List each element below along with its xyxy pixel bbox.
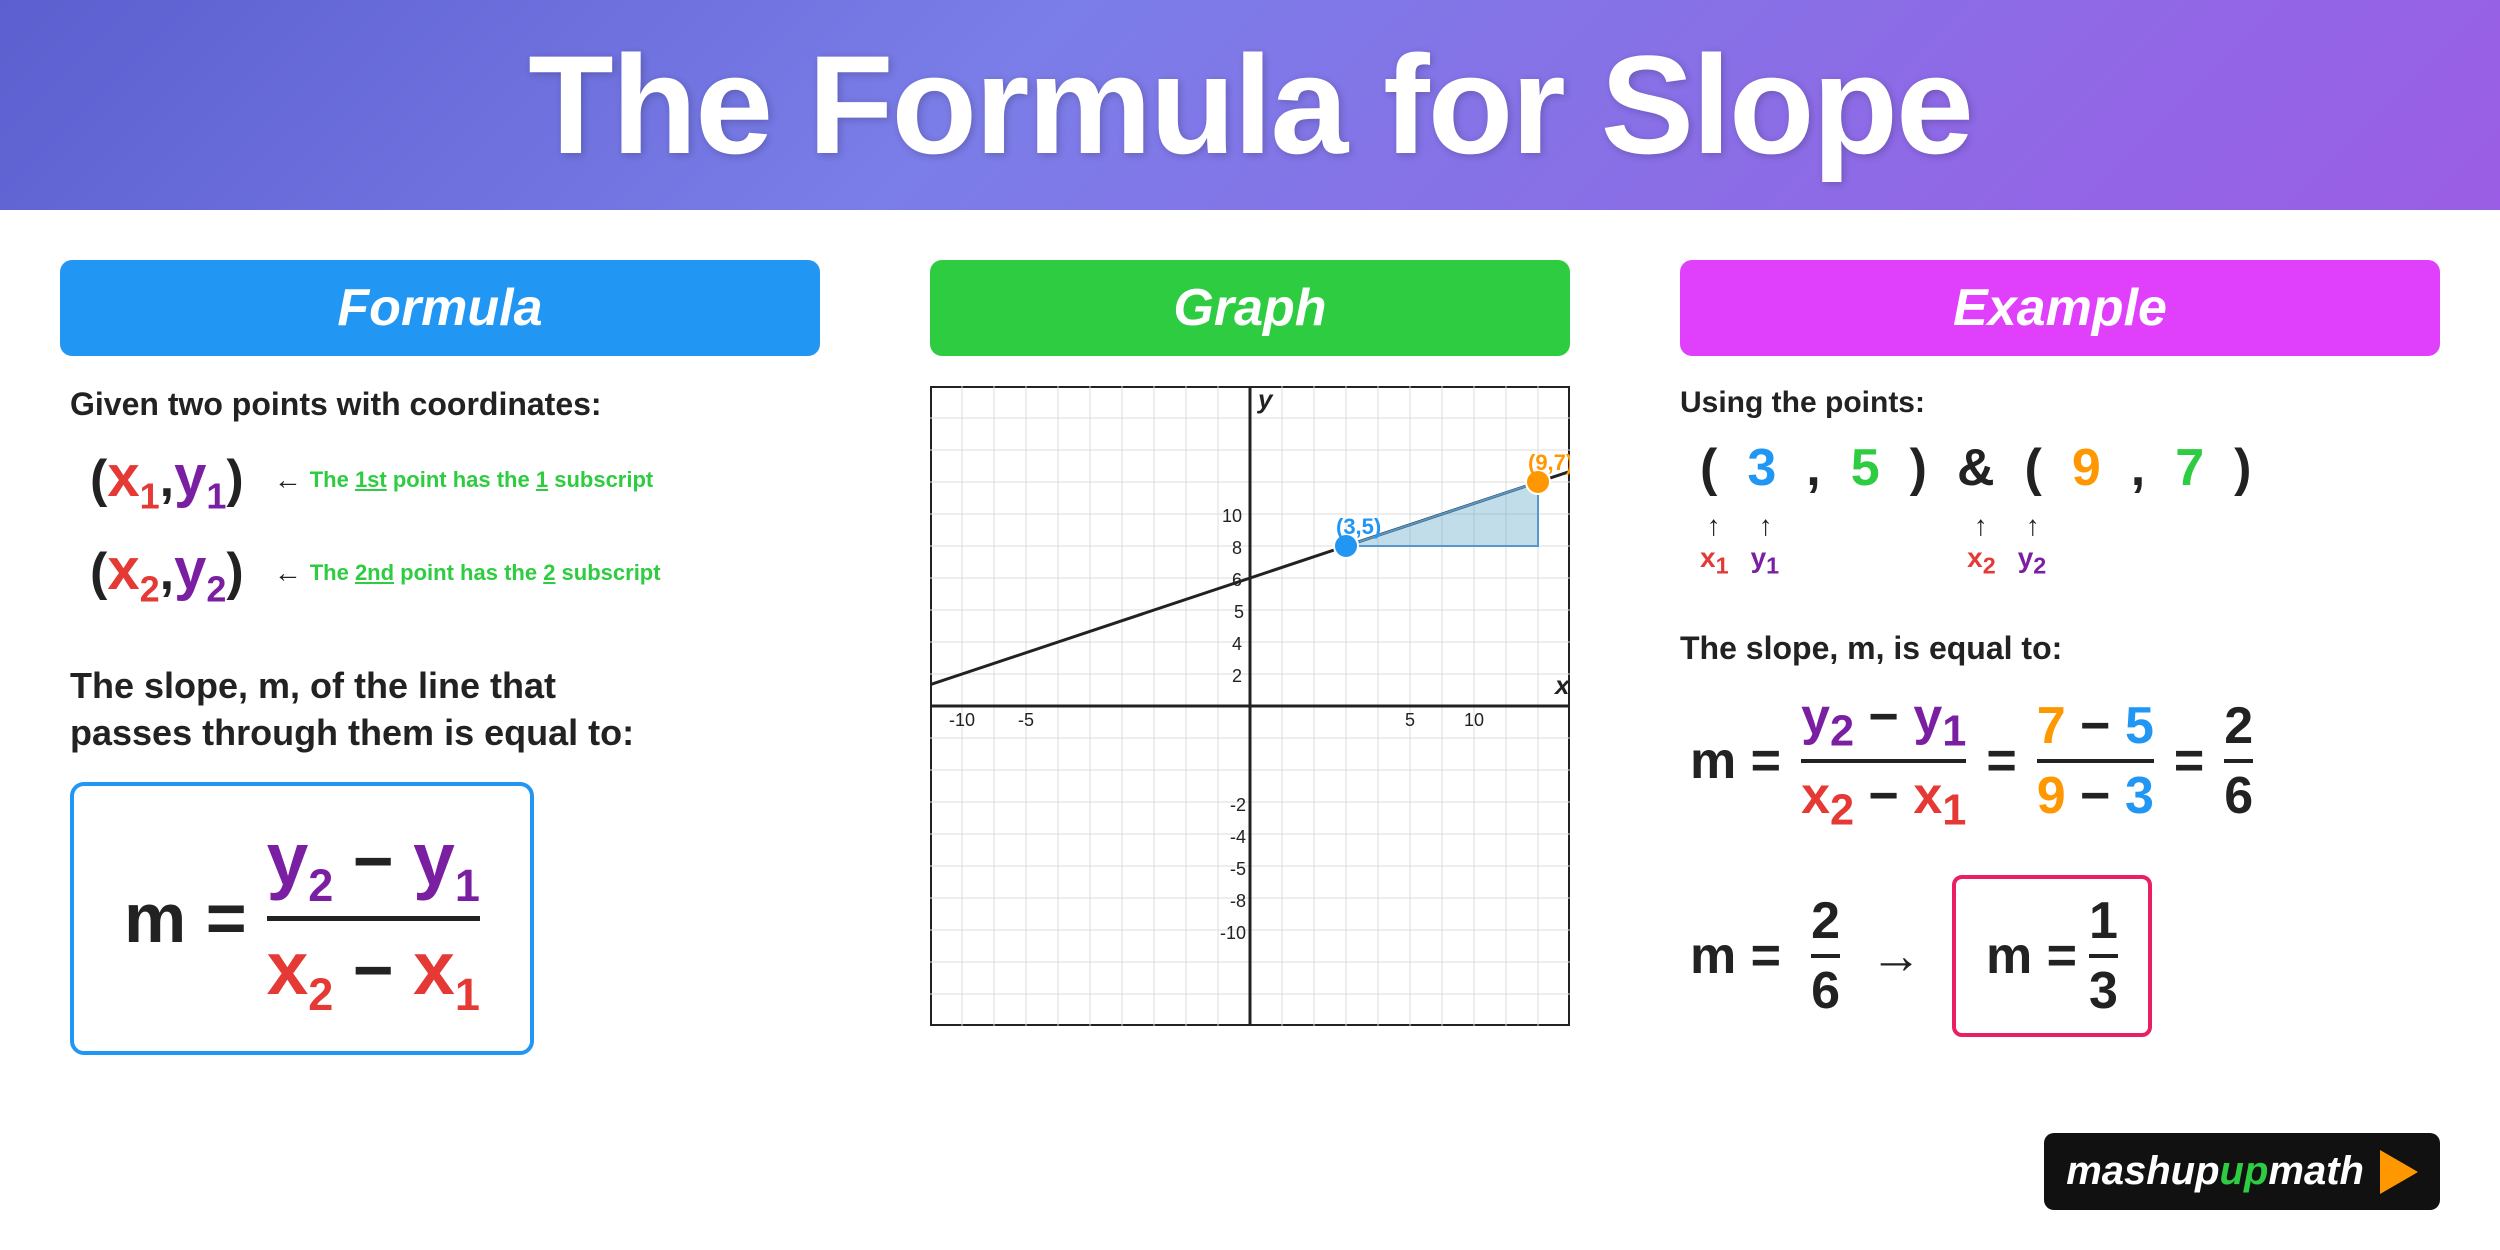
point2-note-text: The 2nd point has the 2 subscript <box>310 560 661 586</box>
example-column: Example Using the points: ( 3 , 5 ) & ( … <box>1680 250 2440 1210</box>
graph-column: Graph <box>870 250 1630 1210</box>
subscript-area: ↑↑ x1 y1 ↑↑ x2 y2 <box>1700 510 2046 580</box>
m-equals: m = <box>124 878 247 958</box>
point1-note: ← The 1st point has the 1 subscript <box>274 464 654 496</box>
ex-x1: x1 <box>1913 767 1966 825</box>
ex-y2: y2 <box>1801 688 1854 746</box>
comma1: , <box>1806 438 1820 498</box>
x2-val: 9 <box>2072 438 2101 498</box>
svg-text:(9,7): (9,7) <box>1528 450 1570 475</box>
mashupmath-logo: mashup up math <box>2044 1133 2440 1210</box>
logo-math: math <box>2268 1149 2364 1194</box>
svg-text:-5: -5 <box>1018 710 1034 730</box>
logo-up: up <box>2220 1149 2269 1194</box>
formula-box: m = y2 − y1 x2 − x1 <box>70 782 534 1055</box>
example-points-row: ( 3 , 5 ) & ( 9 , 7 ) <box>1700 438 2251 498</box>
close-paren2: ) <box>2234 438 2251 498</box>
given-text: Given two points with coordinates: <box>70 386 602 423</box>
graph-svg: x y -10 -5 5 10 10 8 6 5 <box>930 386 1570 1026</box>
ex-frac-values: 7 − 5 9 − 3 <box>2037 696 2154 826</box>
close-paren1: ) <box>1910 438 1927 498</box>
svg-text:8: 8 <box>1232 538 1242 558</box>
x2-subscript: x2 <box>1967 542 1996 580</box>
final-row: m = 2 6 → m = 1 3 <box>1690 875 2152 1037</box>
final-answer-box: m = 1 3 <box>1952 875 2152 1037</box>
fraction-denominator: x2 − x1 <box>267 921 480 1021</box>
svg-text:-5: -5 <box>1230 859 1246 879</box>
graph-label: Graph <box>1173 279 1326 337</box>
ex-m-eq: m = <box>1690 731 1781 791</box>
svg-text:-10: -10 <box>1220 923 1246 943</box>
svg-text:5: 5 <box>1234 602 1244 622</box>
example-formula-row: m = y2 − y1 x2 − x1 = 7 − 5 <box>1690 687 2253 836</box>
point1-note-text: The 1st point has the 1 subscript <box>310 467 654 493</box>
ex-3: 3 <box>2125 767 2154 825</box>
svg-text:5: 5 <box>1405 710 1415 730</box>
ex-9: 9 <box>2037 767 2066 825</box>
ex-frac-1-3: 1 3 <box>2089 891 2118 1021</box>
y2-subscript: y2 <box>2018 542 2047 580</box>
comma2: , <box>2131 438 2145 498</box>
page-title: The Formula for Slope <box>528 24 1972 186</box>
ex-frac-symbolic: y2 − y1 x2 − x1 <box>1801 687 1966 836</box>
graph-header: Graph <box>930 260 1570 356</box>
x1-val: 3 <box>1747 438 1776 498</box>
formula-inner: m = y2 − y1 x2 − x1 <box>124 816 480 1021</box>
example-label: Example <box>1953 279 2167 337</box>
ex-frac-result26: 2 6 <box>2224 696 2253 826</box>
y1-val: 5 <box>1851 438 1880 498</box>
y2-val: 7 <box>2175 438 2204 498</box>
svg-text:-2: -2 <box>1230 795 1246 815</box>
point1-row: (x1,y1) ← The 1st point has the 1 subscr… <box>90 443 653 518</box>
and-text: & <box>1957 438 1995 498</box>
open-paren2: ( <box>2025 438 2042 498</box>
fraction-numerator: y2 − y1 <box>267 816 480 921</box>
svg-text:4: 4 <box>1232 634 1242 654</box>
svg-text:-4: -4 <box>1230 827 1246 847</box>
slope-m-equal: The slope, m, is equal to: <box>1680 630 2062 667</box>
svg-text:10: 10 <box>1222 506 1242 526</box>
open-paren1: ( <box>1700 438 1717 498</box>
main-content: Formula Given two points with coordinate… <box>0 210 2500 1250</box>
svg-text:2: 2 <box>1232 666 1242 686</box>
svg-text:x: x <box>1553 670 1570 700</box>
logo-triangle-icon <box>2380 1150 2418 1194</box>
example-header: Example <box>1680 260 2440 356</box>
svg-text:y: y <box>1256 386 1274 414</box>
ex-y1: y1 <box>1913 688 1966 746</box>
ex-5: 5 <box>2125 697 2154 755</box>
svg-text:(3,5): (3,5) <box>1336 514 1381 539</box>
formula-label: Formula <box>337 279 542 337</box>
point2-note: ← The 2nd point has the 2 subscript <box>274 557 661 589</box>
logo-mashup: mashup <box>2066 1149 2219 1194</box>
point1-label: (x1,y1) <box>90 443 244 518</box>
x1-subscript: x1 <box>1700 542 1729 580</box>
svg-text:-10: -10 <box>949 710 975 730</box>
slope-desc: The slope, m, of the line thatpasses thr… <box>70 663 634 757</box>
ex-7: 7 <box>2037 697 2066 755</box>
arrow-right: → <box>1870 926 1922 986</box>
svg-text:-8: -8 <box>1230 891 1246 911</box>
graph-container: x y -10 -5 5 10 10 8 6 5 <box>930 386 1570 1026</box>
y1-subscript: y1 <box>1751 542 1780 580</box>
final-m-eq: m = <box>1690 926 1781 986</box>
slope-fraction: y2 − y1 x2 − x1 <box>267 816 480 1021</box>
point2-label: (x2,y2) <box>90 536 244 611</box>
formula-header: Formula <box>60 260 820 356</box>
svg-text:10: 10 <box>1464 710 1484 730</box>
point2-row: (x2,y2) ← The 2nd point has the 2 subscr… <box>90 536 661 611</box>
using-text: Using the points: <box>1680 386 1925 420</box>
final-m: m = <box>1986 926 2077 986</box>
ex-x2: x2 <box>1801 767 1854 825</box>
ex-frac-2-6: 2 6 <box>1811 891 1840 1021</box>
page-header: The Formula for Slope <box>0 0 2500 210</box>
formula-column: Formula Given two points with coordinate… <box>60 250 820 1210</box>
